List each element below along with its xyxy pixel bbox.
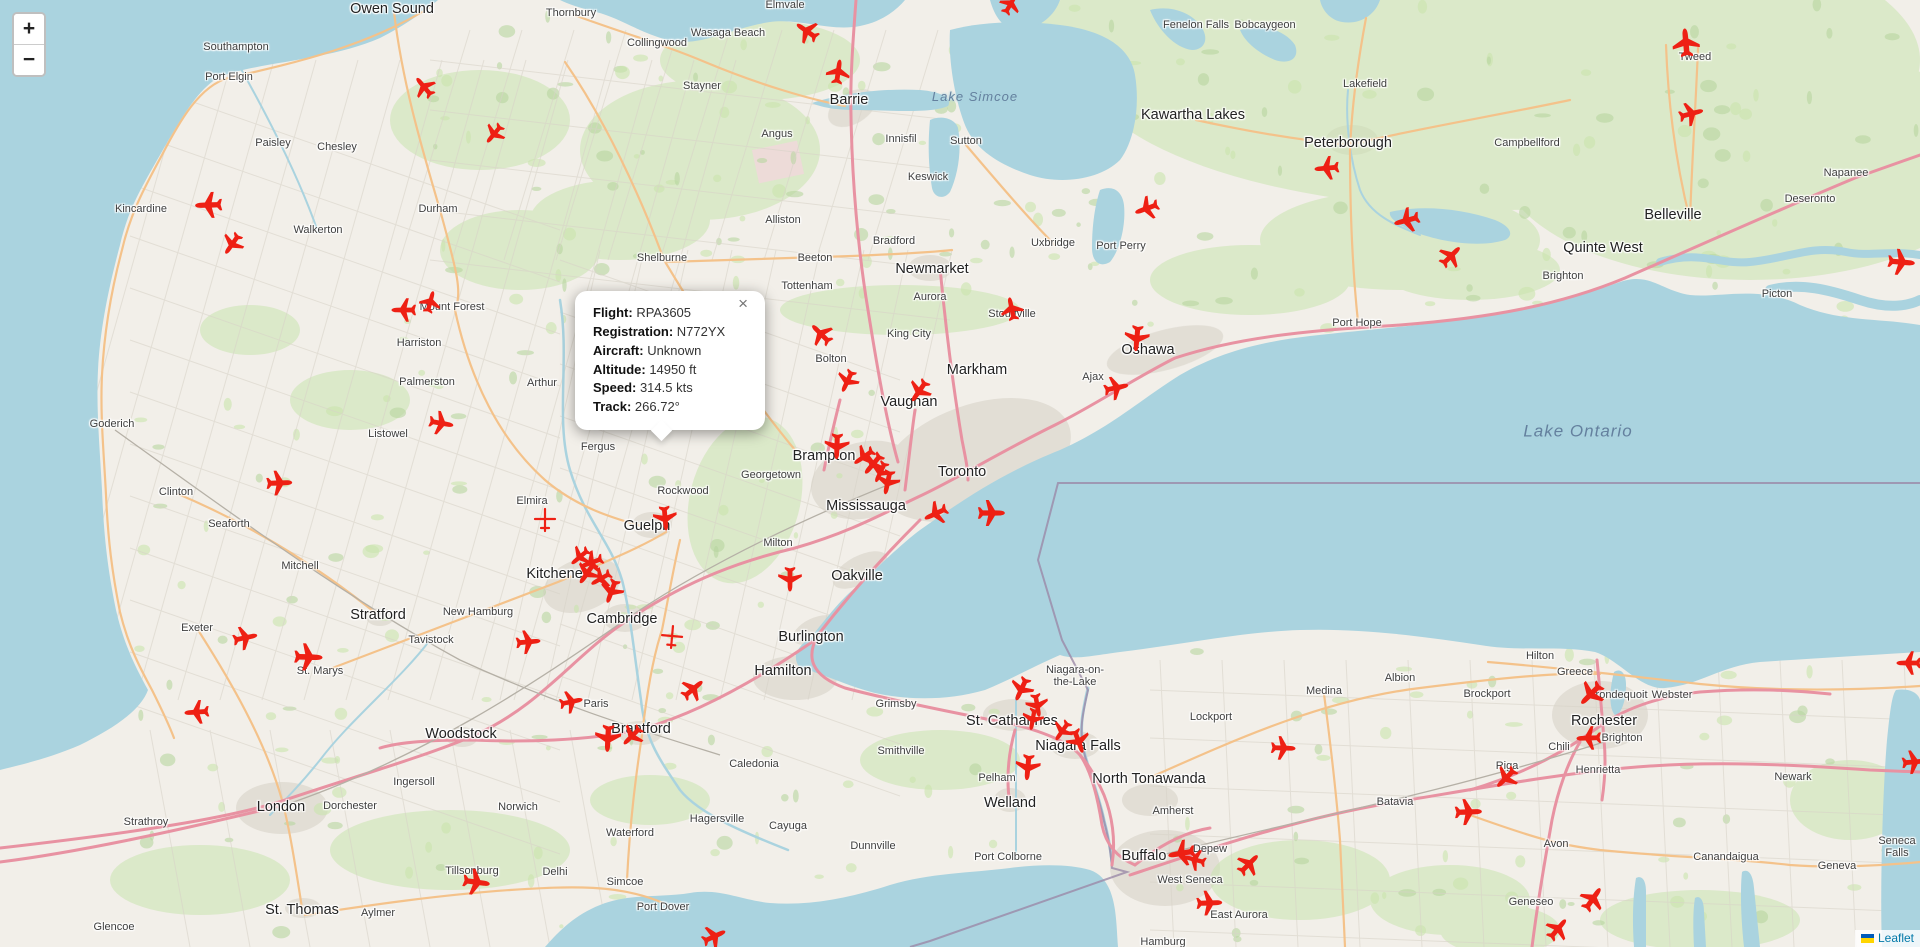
ukraine-flag-icon	[1861, 934, 1874, 943]
aircraft-marker[interactable]	[1196, 890, 1223, 916]
aircraft-marker[interactable]	[778, 567, 802, 592]
popup-content: Flight: RPA3605Registration: N772YXAircr…	[593, 304, 735, 417]
zoom-out-button[interactable]: −	[14, 45, 44, 75]
aircraft-marker[interactable]	[996, 0, 1025, 19]
popup-field-value: 14950 ft	[646, 362, 697, 377]
attribution-bar: Leaflet	[1855, 930, 1920, 947]
aircraft-marker[interactable]	[392, 298, 417, 322]
aircraft-marker[interactable]	[661, 625, 683, 649]
aircraft-marker[interactable]	[920, 498, 952, 530]
aircraft-marker[interactable]	[1671, 27, 1700, 57]
aircraft-layer	[0, 0, 1920, 947]
popup-field-label: Altitude:	[593, 362, 646, 377]
zoom-in-button[interactable]: +	[14, 14, 44, 45]
aircraft-marker[interactable]	[535, 509, 555, 531]
aircraft-marker[interactable]	[408, 71, 440, 103]
aircraft-marker[interactable]	[515, 629, 541, 655]
popup-field-value: N772YX	[673, 324, 725, 339]
popup-field-label: Speed:	[593, 380, 636, 395]
aircraft-marker[interactable]	[998, 295, 1025, 322]
popup-field: Registration: N772YX	[593, 323, 735, 342]
popup-field-value: RPA3605	[633, 305, 691, 320]
aircraft-marker[interactable]	[1489, 761, 1523, 795]
aircraft-marker[interactable]	[1014, 753, 1041, 781]
aircraft-marker[interactable]	[1063, 726, 1094, 757]
aircraft-marker[interactable]	[461, 867, 491, 896]
popup-field-label: Track:	[593, 399, 631, 414]
popup-field-label: Registration:	[593, 324, 673, 339]
aircraft-marker[interactable]	[1434, 239, 1468, 273]
leaflet-link[interactable]: Leaflet	[1878, 931, 1914, 945]
aircraft-marker[interactable]	[1576, 726, 1601, 750]
aircraft-marker[interactable]	[824, 433, 850, 460]
map-canvas[interactable]: Owen SoundBarrieNewmarketKawartha LakesP…	[0, 0, 1920, 947]
popup-field: Speed: 314.5 kts	[593, 379, 735, 398]
aircraft-marker[interactable]	[1887, 248, 1916, 276]
aircraft-marker[interactable]	[1575, 881, 1610, 916]
aircraft-marker[interactable]	[1271, 736, 1296, 760]
aircraft-marker[interactable]	[557, 688, 584, 715]
aircraft-marker[interactable]	[594, 724, 621, 752]
aircraft-marker[interactable]	[1006, 673, 1038, 705]
popup-field: Flight: RPA3605	[593, 304, 735, 323]
aircraft-marker[interactable]	[231, 624, 260, 652]
popup-field-value: 266.72°	[631, 399, 680, 414]
aircraft-marker[interactable]	[195, 192, 223, 219]
aircraft-marker[interactable]	[266, 470, 293, 496]
aircraft-marker[interactable]	[978, 500, 1005, 526]
popup-field-value: Unknown	[644, 343, 702, 358]
aircraft-marker[interactable]	[1102, 374, 1131, 402]
aircraft-marker[interactable]	[804, 317, 838, 351]
aircraft-marker[interactable]	[184, 699, 210, 724]
aircraft-marker[interactable]	[825, 58, 852, 86]
popup-field: Altitude: 14950 ft	[593, 361, 735, 380]
aircraft-marker[interactable]	[427, 409, 455, 436]
popup-field-label: Aircraft:	[593, 343, 644, 358]
aircraft-marker[interactable]	[790, 15, 824, 48]
aircraft-marker[interactable]	[1232, 847, 1266, 881]
popup-close-button[interactable]: ×	[738, 297, 748, 311]
aircraft-marker[interactable]	[1020, 706, 1045, 731]
aircraft-marker[interactable]	[417, 289, 443, 316]
aircraft-marker[interactable]	[1541, 912, 1575, 946]
aircraft-marker[interactable]	[652, 505, 678, 531]
popup-field: Track: 266.72°	[593, 398, 735, 417]
aircraft-marker[interactable]	[1131, 193, 1162, 224]
aircraft-marker[interactable]	[1572, 675, 1609, 712]
popup-field: Aircraft: Unknown	[593, 342, 735, 361]
popup-field-value: 314.5 kts	[636, 380, 692, 395]
aircraft-marker[interactable]	[1454, 799, 1482, 826]
aircraft-marker[interactable]	[1676, 99, 1706, 128]
flight-info-popup: × Flight: RPA3605Registration: N772YXAir…	[575, 291, 765, 430]
aircraft-marker[interactable]	[1391, 205, 1422, 236]
aircraft-marker[interactable]	[903, 374, 936, 408]
aircraft-marker[interactable]	[1314, 155, 1340, 181]
aircraft-marker[interactable]	[1901, 749, 1920, 775]
aircraft-marker[interactable]	[698, 921, 730, 947]
aircraft-marker[interactable]	[676, 672, 710, 706]
aircraft-marker[interactable]	[216, 228, 248, 260]
aircraft-marker[interactable]	[294, 643, 323, 671]
aircraft-marker[interactable]	[479, 119, 509, 150]
aircraft-marker[interactable]	[832, 366, 862, 397]
zoom-control: + −	[12, 12, 46, 77]
aircraft-marker[interactable]	[1123, 324, 1150, 352]
aircraft-marker[interactable]	[1897, 651, 1920, 675]
popup-field-label: Flight:	[593, 305, 633, 320]
